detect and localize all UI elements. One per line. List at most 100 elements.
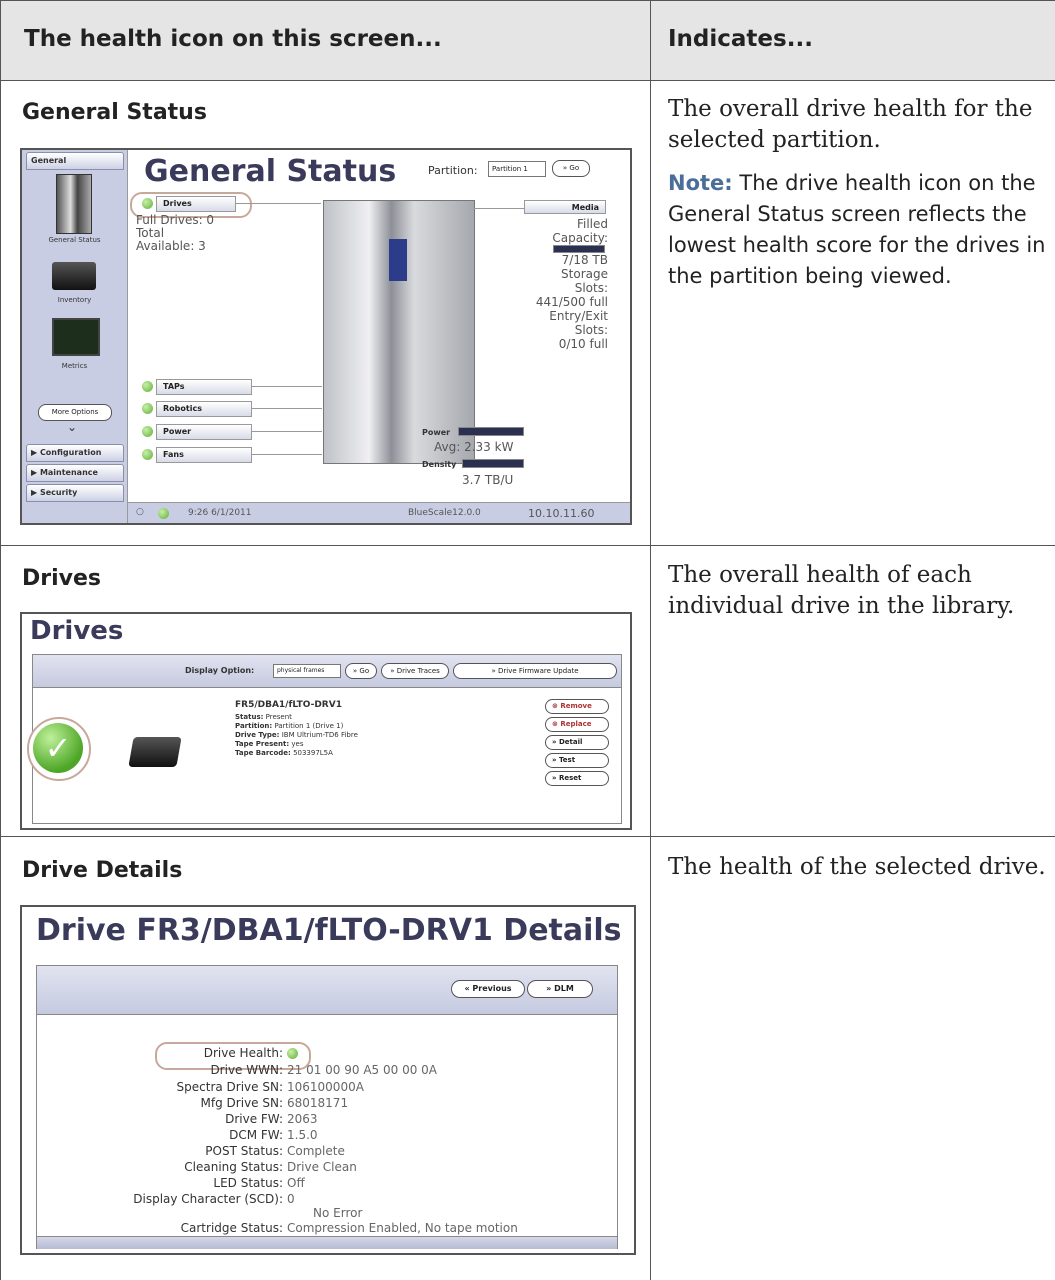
- detail-value-6: Complete: [287, 1144, 345, 1158]
- media-stats: Filled Capacity: 7/18 TB Storage Slots: …: [458, 217, 608, 351]
- sidebar-general[interactable]: General: [26, 152, 124, 170]
- metrics-icon: [52, 318, 100, 356]
- sidebar-general-status[interactable]: General Status: [22, 236, 127, 244]
- detail-label-6: POST Status:: [205, 1144, 283, 1158]
- detail-value-8: Off: [287, 1176, 305, 1190]
- more-options-button[interactable]: More Options: [38, 404, 112, 421]
- media-pill[interactable]: Media: [524, 200, 606, 214]
- taps-health-icon: [142, 381, 153, 392]
- power-meter-label: Power: [422, 428, 451, 437]
- drive-details-screenshot: Drive FR3/DBA1/fLTO-DRV1 Details « Previ…: [20, 905, 636, 1255]
- drive-details-toolbar: « Previous » DLM: [37, 966, 617, 1015]
- row-desc-drives: The overall health of each individual dr…: [668, 562, 1015, 619]
- row-note-general-status: Note: The drive health icon on the Gener…: [668, 168, 1053, 292]
- drive-name: FR5/DBA1/fLTO-DRV1: [235, 700, 342, 710]
- header-col1: The health icon on this screen...: [24, 26, 442, 52]
- taps-pill[interactable]: TAPs: [156, 379, 252, 395]
- storage-text: Storage: [561, 267, 608, 281]
- checkmark-health-icon: ✓: [33, 723, 83, 773]
- replace-button[interactable]: ⊗ Replace: [545, 717, 609, 732]
- density-bar: [462, 459, 524, 468]
- drive-details-panel: « Previous » DLM Drive Health: Drive WWN…: [36, 965, 618, 1249]
- row2-bottom-line: [0, 836, 1055, 837]
- reset-button[interactable]: » Reset: [545, 771, 609, 786]
- drives-panel: Display Option: physical frames » Go » D…: [27, 654, 622, 824]
- capacity-bar: [553, 245, 605, 253]
- detail-button[interactable]: » Detail: [545, 735, 609, 750]
- dlm-button[interactable]: » DLM: [527, 980, 593, 998]
- drives-health-icon: [142, 198, 153, 209]
- drive-type: Drive Type: IBM Ultrium-TD6 Fibre: [235, 731, 358, 739]
- slots-value: 441/500 full: [535, 295, 608, 309]
- row-title-drive-details: Drive Details: [22, 858, 183, 883]
- detail-label-11: Cartridge Status:: [180, 1221, 283, 1235]
- drive-traces-button[interactable]: » Drive Traces: [381, 663, 449, 679]
- sidebar-configuration[interactable]: ▶ Configuration: [26, 444, 124, 462]
- detail-label-3: Mfg Drive SN:: [200, 1096, 283, 1110]
- footer-health-icon: [158, 508, 169, 519]
- go-button[interactable]: » Go: [345, 663, 377, 679]
- drives-pill[interactable]: Drives: [156, 196, 236, 212]
- display-option-select[interactable]: physical frames: [273, 664, 341, 678]
- tape-drive-icon: [128, 737, 182, 767]
- fans-pill[interactable]: Fans: [156, 447, 252, 463]
- drive-health-icon: [287, 1048, 298, 1059]
- drive-details-footer-bar: [37, 1236, 617, 1249]
- detail-label-4: Drive FW:: [225, 1112, 283, 1126]
- entry-exit-text: Entry/Exit: [549, 309, 608, 323]
- row-title-general-status: General Status: [22, 100, 207, 125]
- drive-status: Status: Present: [235, 713, 292, 721]
- detail-label-7: Cleaning Status:: [184, 1160, 283, 1174]
- partition-label: Partition:: [428, 164, 478, 177]
- detail-value-10: No Error: [313, 1206, 363, 1220]
- footer-ip: 10.10.11.60: [528, 507, 595, 520]
- column-divider: [650, 0, 651, 1280]
- detail-value-11: Compression Enabled, No tape motion: [287, 1221, 518, 1235]
- entry-exit-value: 0/10 full: [558, 337, 608, 351]
- library-icon: [56, 174, 92, 234]
- go-button[interactable]: » Go: [552, 160, 590, 177]
- display-option-bar: Display Option: physical frames » Go » D…: [33, 655, 621, 688]
- footer-time: 9:26 6/1/2011: [188, 508, 252, 518]
- sidebar-inventory[interactable]: Inventory: [22, 296, 127, 304]
- sidebar-metrics[interactable]: Metrics: [22, 362, 127, 370]
- detail-value-4: 2063: [287, 1112, 318, 1126]
- refresh-icon[interactable]: ○: [136, 507, 144, 517]
- border-top: [0, 0, 1055, 1]
- robotics-pill[interactable]: Robotics: [156, 401, 252, 417]
- capacity-text: Capacity:: [552, 231, 608, 245]
- robotics-leader: [252, 408, 322, 409]
- detail-value-1: 21 01 00 90 A5 00 00 0A: [287, 1063, 438, 1077]
- fans-health-icon: [142, 449, 153, 460]
- media-leader: [474, 208, 524, 209]
- tower-screen: [389, 239, 407, 281]
- row-desc-drive-details: The health of the selected drive.: [668, 854, 1046, 880]
- detail-value-7: Drive Clean: [287, 1160, 357, 1174]
- power-meter-bar: [458, 427, 524, 436]
- detail-label-9: Display Character (SCD):: [133, 1192, 283, 1206]
- sidebar: General General Status Inventory Metrics…: [22, 150, 128, 523]
- sidebar-maintenance[interactable]: ▶ Maintenance: [26, 464, 124, 482]
- firmware-update-button[interactable]: » Drive Firmware Update: [453, 663, 617, 679]
- density-label: Density: [422, 460, 457, 469]
- filled-text: Filled: [576, 217, 608, 231]
- taps-leader: [252, 386, 322, 387]
- remove-button[interactable]: ⊗ Remove: [545, 699, 609, 714]
- sidebar-security[interactable]: ▶ Security: [26, 484, 124, 502]
- slots2-text: Slots:: [574, 323, 608, 337]
- row-desc-general-status: The overall drive health for the selecte…: [668, 96, 1033, 153]
- drives-screen-title: Drives: [30, 616, 124, 646]
- drive-details-title: Drive FR3/DBA1/fLTO-DRV1 Details: [36, 913, 622, 948]
- power-pill[interactable]: Power: [156, 424, 252, 440]
- density-value: 3.7 TB/U: [462, 473, 514, 487]
- tape-barcode: Tape Barcode: 503397L5A: [235, 749, 333, 757]
- health-icon-table: The health icon on this screen... Indica…: [0, 0, 1055, 1280]
- partition-select[interactable]: Partition 1: [488, 161, 546, 177]
- test-button[interactable]: » Test: [545, 753, 609, 768]
- slots-text: Slots:: [574, 281, 608, 295]
- row1-bottom-line: [0, 545, 1055, 546]
- detail-label-0: Drive Health:: [203, 1046, 283, 1060]
- fans-leader: [252, 454, 322, 455]
- inventory-icon: [52, 262, 96, 290]
- previous-button[interactable]: « Previous: [451, 980, 525, 998]
